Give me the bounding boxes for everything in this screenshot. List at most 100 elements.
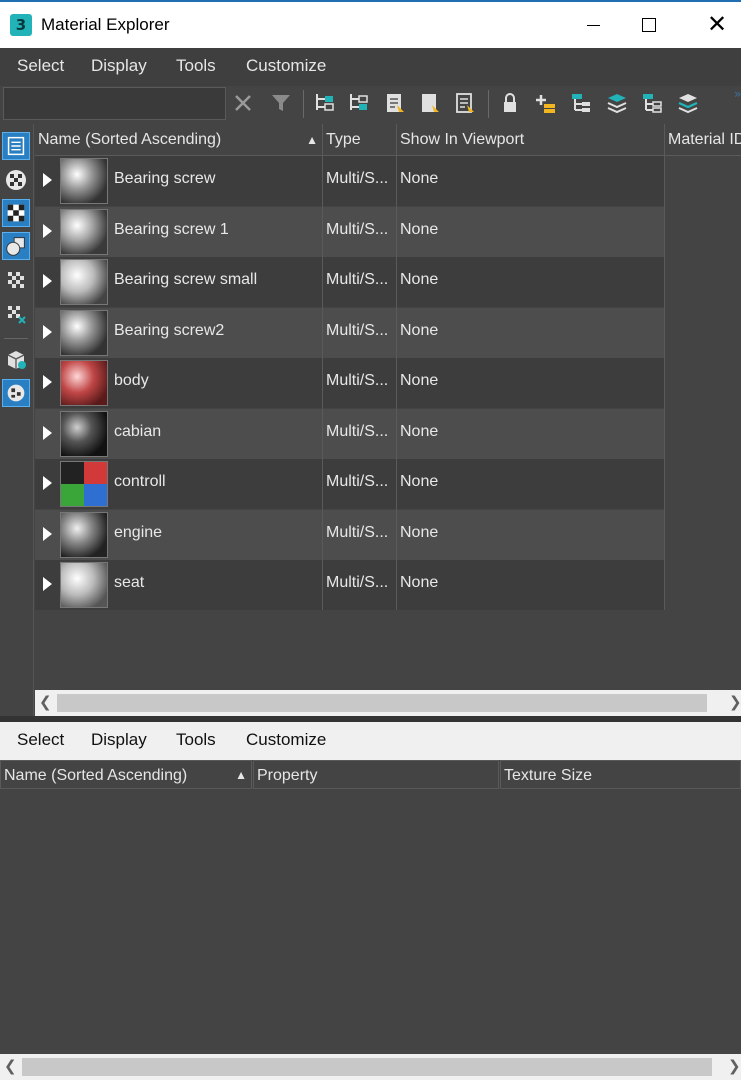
- expand-arrow-icon[interactable]: [43, 577, 52, 591]
- material-thumbnail: [60, 158, 108, 204]
- material-thumbnail: [60, 259, 108, 305]
- scroll-thumb[interactable]: [57, 694, 707, 712]
- menu-customize[interactable]: Customize: [246, 56, 326, 76]
- column-header-show-in-viewport[interactable]: Show In Viewport: [397, 124, 665, 156]
- material-list-hscrollbar[interactable]: ❮ ❯: [35, 690, 741, 716]
- hierarchy-icon-2[interactable]: [347, 92, 369, 114]
- hierarchy-icon-4[interactable]: [641, 92, 663, 114]
- material-type: Multi/S...: [326, 574, 389, 591]
- column-header-name[interactable]: Name (Sorted Ascending) ▲: [35, 124, 323, 156]
- expand-arrow-icon[interactable]: [43, 526, 52, 541]
- table-row[interactable]: Bearing screw 1 Multi/S... None: [35, 206, 665, 257]
- column-divider: [322, 156, 323, 610]
- toolbar: »: [0, 86, 741, 124]
- material-viewport: None: [400, 574, 439, 591]
- menu-tools[interactable]: Tools: [176, 56, 216, 76]
- bottom-menu-tools[interactable]: Tools: [176, 730, 216, 750]
- scroll-left-icon[interactable]: ❮: [39, 693, 52, 711]
- table-row[interactable]: Bearing screw2 Multi/S... None: [35, 307, 665, 358]
- scroll-thumb[interactable]: [22, 1058, 712, 1076]
- maximize-button[interactable]: [621, 2, 677, 48]
- material-thumbnail: [60, 562, 108, 608]
- object-icon[interactable]: [2, 346, 30, 374]
- layers-icon-1[interactable]: [606, 92, 628, 114]
- bottom-menubar: Select Display Tools Customize: [0, 722, 741, 760]
- material-type: Multi/S...: [326, 220, 389, 238]
- tree-view-icon[interactable]: [2, 132, 30, 160]
- globe-material-icon[interactable]: [2, 379, 30, 407]
- expand-arrow-icon[interactable]: [43, 274, 52, 288]
- material-type: Multi/S...: [326, 321, 389, 339]
- bottom-menu-display[interactable]: Display: [91, 730, 147, 750]
- material-sphere-icon[interactable]: [2, 166, 30, 194]
- scroll-right-icon[interactable]: ❯: [728, 1057, 741, 1075]
- column-divider: [664, 156, 665, 610]
- bottom-menu-select[interactable]: Select: [17, 730, 64, 750]
- table-row[interactable]: Bearing screw small Multi/S... None: [35, 257, 665, 307]
- layers-icon-2[interactable]: [677, 92, 699, 114]
- expand-arrow-icon[interactable]: [43, 173, 52, 187]
- material-name: Bearing screw 1: [114, 220, 229, 238]
- material-viewport: None: [400, 271, 439, 288]
- lock-icon[interactable]: [499, 92, 521, 114]
- property-list-hscrollbar[interactable]: ❮ ❯: [0, 1054, 741, 1080]
- expand-arrow-icon[interactable]: [43, 476, 52, 490]
- document-icon-2[interactable]: [419, 92, 441, 114]
- bottom-column-header-texture-size[interactable]: Texture Size: [500, 760, 741, 789]
- table-row[interactable]: body Multi/S... None: [35, 358, 665, 408]
- expand-arrow-icon[interactable]: [43, 425, 52, 440]
- shapes-icon[interactable]: [2, 232, 30, 260]
- expand-arrow-icon[interactable]: [43, 324, 52, 339]
- table-row[interactable]: controll Multi/S... None: [35, 459, 665, 509]
- material-viewport: None: [400, 422, 439, 440]
- material-viewport: None: [400, 170, 439, 187]
- table-row[interactable]: seat Multi/S... None: [35, 560, 665, 610]
- scroll-left-icon[interactable]: ❮: [4, 1057, 17, 1075]
- bottom-column-header-name[interactable]: Name (Sorted Ascending) ▲: [0, 760, 252, 789]
- material-type: Multi/S...: [326, 523, 389, 541]
- bottom-column-header-property[interactable]: Property: [253, 760, 499, 789]
- material-name: Bearing screw2: [114, 321, 225, 339]
- add-layer-icon[interactable]: [534, 92, 556, 114]
- material-type: Multi/S...: [326, 170, 389, 187]
- table-row[interactable]: cabian Multi/S... None: [35, 408, 665, 459]
- expand-arrow-icon[interactable]: [43, 375, 52, 389]
- material-viewport: None: [400, 473, 439, 490]
- table-row[interactable]: Bearing screw Multi/S... None: [35, 156, 665, 206]
- material-viewport: None: [400, 220, 439, 238]
- material-thumbnail: [60, 511, 108, 558]
- close-button[interactable]: ✕: [690, 2, 741, 48]
- material-list: Name (Sorted Ascending) ▲ Type Show In Vi…: [35, 124, 741, 690]
- document-icon-3[interactable]: [454, 92, 476, 114]
- bottom-menu-customize[interactable]: Customize: [246, 730, 326, 750]
- menu-display[interactable]: Display: [91, 56, 147, 76]
- hierarchy-icon-1[interactable]: [313, 92, 335, 114]
- window-title: Material Explorer: [41, 15, 170, 34]
- checker-map-icon[interactable]: [2, 199, 30, 227]
- material-type: Multi/S...: [326, 422, 389, 440]
- hierarchy-icon-3[interactable]: [570, 92, 592, 114]
- material-thumbnail: [60, 461, 108, 507]
- column-header-type[interactable]: Type: [323, 124, 397, 156]
- material-explorer-window: 3 Material Explorer ✕ Select Display Too…: [0, 0, 741, 1080]
- toolbar-overflow-icon[interactable]: »: [734, 87, 741, 101]
- column-header-material-id[interactable]: Material ID: [665, 124, 741, 156]
- material-name: Bearing screw: [114, 170, 216, 187]
- filter-icon[interactable]: [270, 92, 292, 114]
- table-row[interactable]: engine Multi/S... None: [35, 509, 665, 560]
- material-name: Bearing screw small: [114, 271, 258, 288]
- search-input[interactable]: [3, 87, 226, 120]
- material-thumbnail: [60, 309, 108, 356]
- checker-x-icon[interactable]: [2, 300, 30, 328]
- clear-search-icon[interactable]: [232, 92, 254, 114]
- toolbar-separator: [488, 90, 489, 118]
- document-icon-1[interactable]: [384, 92, 406, 114]
- material-viewport: None: [400, 321, 439, 339]
- scroll-right-icon[interactable]: ❯: [729, 693, 741, 711]
- expand-arrow-icon[interactable]: [43, 223, 52, 238]
- menu-select[interactable]: Select: [17, 56, 64, 76]
- checker-small-icon[interactable]: [2, 266, 30, 294]
- side-separator: [4, 338, 28, 339]
- minimize-button[interactable]: [565, 2, 621, 48]
- close-icon: ✕: [707, 10, 728, 38]
